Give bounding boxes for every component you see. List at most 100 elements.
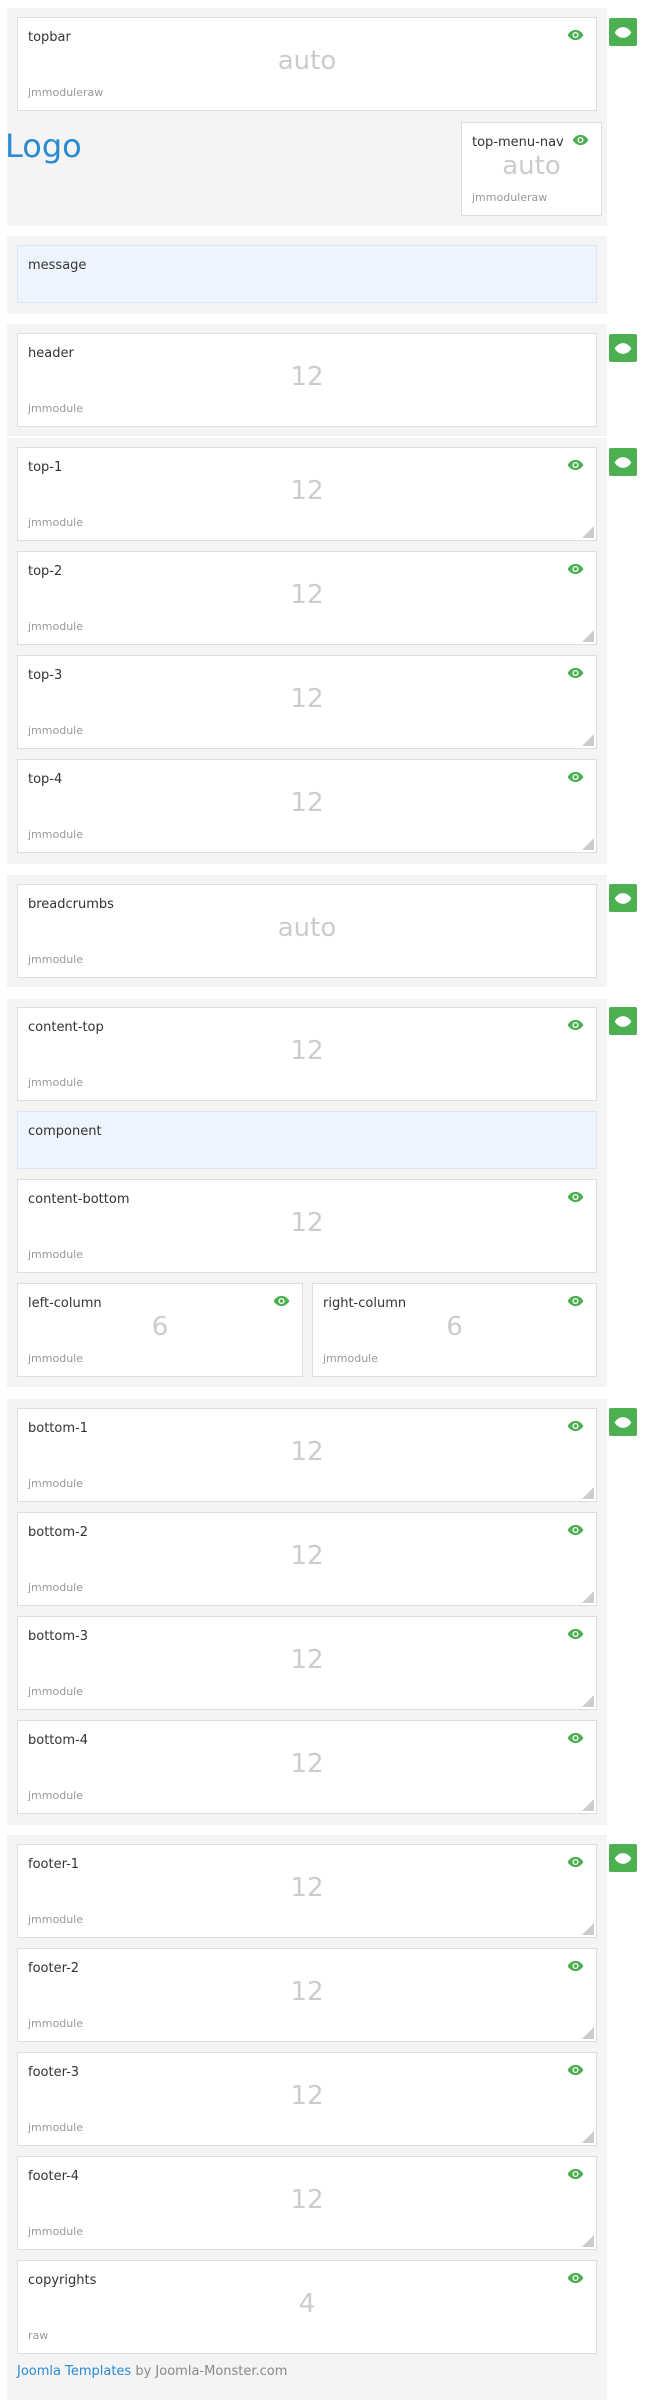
position-type: jmmodule: [28, 2017, 83, 2030]
position-copyrights[interactable]: copyrights 4 raw: [17, 2260, 597, 2354]
position-size: 12: [290, 1873, 324, 1903]
resize-handle-icon[interactable]: [582, 630, 594, 642]
position-title: component: [28, 1124, 102, 1139]
position-type: jmmodule: [28, 953, 83, 966]
resize-handle-icon[interactable]: [582, 2027, 594, 2039]
position-top-1[interactable]: top-1 12 jmmodule: [17, 447, 597, 541]
section-visibility-toggle[interactable]: [609, 334, 637, 362]
eye-icon[interactable]: [567, 667, 584, 679]
position-type: jmmodule: [28, 2121, 83, 2134]
section-visibility-toggle[interactable]: [609, 1408, 637, 1436]
position-breadcrumbs[interactable]: breadcrumbs auto jmmodule: [17, 884, 597, 978]
eye-icon[interactable]: [572, 134, 589, 146]
eye-icon[interactable]: [567, 1960, 584, 1972]
position-bottom-4[interactable]: bottom-4 12 jmmodule: [17, 1720, 597, 1814]
position-type: jmmodule: [28, 2225, 83, 2238]
position-title: right-column: [323, 1296, 407, 1311]
position-top-4[interactable]: top-4 12 jmmodule: [17, 759, 597, 853]
position-title: footer-4: [28, 2169, 80, 2184]
position-title: footer-1: [28, 1857, 80, 1872]
eye-icon: [614, 26, 632, 39]
position-top-3[interactable]: top-3 12 jmmodule: [17, 655, 597, 749]
section-visibility-toggle[interactable]: [609, 1007, 637, 1035]
footer-link[interactable]: Joomla Templates: [17, 2364, 131, 2379]
position-title: top-1: [28, 460, 63, 475]
eye-icon: [614, 1416, 632, 1429]
position-type: jmmodule: [28, 828, 83, 841]
position-size: 12: [290, 1036, 324, 1066]
eye-icon[interactable]: [567, 1191, 584, 1203]
eye-icon[interactable]: [567, 1628, 584, 1640]
resize-handle-icon[interactable]: [582, 838, 594, 850]
position-component[interactable]: component: [17, 1111, 597, 1169]
resize-handle-icon[interactable]: [582, 1591, 594, 1603]
resize-handle-icon[interactable]: [582, 1487, 594, 1499]
position-title: footer-3: [28, 2065, 80, 2080]
position-footer-2[interactable]: footer-2 12 jmmodule: [17, 1948, 597, 2042]
position-size: 12: [290, 788, 324, 818]
position-bottom-1[interactable]: bottom-1 12 jmmodule: [17, 1408, 597, 1502]
eye-icon[interactable]: [567, 1856, 584, 1868]
position-title: bottom-4: [28, 1733, 88, 1748]
eye-icon[interactable]: [567, 563, 584, 575]
position-footer-3[interactable]: footer-3 12 jmmodule: [17, 2052, 597, 2146]
position-bottom-3[interactable]: bottom-3 12 jmmodule: [17, 1616, 597, 1710]
resize-handle-icon[interactable]: [582, 2131, 594, 2143]
resize-handle-icon[interactable]: [582, 1799, 594, 1811]
section-visibility-toggle[interactable]: [609, 448, 637, 476]
resize-handle-icon[interactable]: [582, 734, 594, 746]
eye-icon[interactable]: [567, 29, 584, 41]
position-message[interactable]: message: [17, 245, 597, 303]
position-title: breadcrumbs: [28, 897, 114, 912]
position-size: 12: [290, 1645, 324, 1675]
eye-icon[interactable]: [567, 1524, 584, 1536]
position-size: 12: [290, 1208, 324, 1238]
position-title: top-3: [28, 668, 63, 683]
position-title: content-bottom: [28, 1192, 130, 1207]
position-type: jmmodule: [28, 1581, 83, 1594]
eye-icon[interactable]: [567, 2168, 584, 2180]
position-size: auto: [502, 151, 561, 181]
position-size: 4: [298, 2289, 316, 2319]
eye-icon[interactable]: [567, 1732, 584, 1744]
position-content-bottom[interactable]: content-bottom 12 jmmodule: [17, 1179, 597, 1273]
eye-icon[interactable]: [567, 2064, 584, 2076]
position-title: top-2: [28, 564, 63, 579]
position-type: jmmodule: [28, 1913, 83, 1926]
section-visibility-toggle[interactable]: [609, 1844, 637, 1872]
eye-icon[interactable]: [567, 2272, 584, 2284]
section-visibility-toggle[interactable]: [609, 884, 637, 912]
position-size: 12: [290, 580, 324, 610]
eye-icon[interactable]: [567, 1420, 584, 1432]
section-visibility-toggle[interactable]: [609, 18, 637, 46]
position-type: jmmodule: [28, 724, 83, 737]
position-footer-1[interactable]: footer-1 12 jmmodule: [17, 1844, 597, 1938]
position-left-column[interactable]: left-column 6 jmmodule: [17, 1283, 303, 1377]
position-footer-4[interactable]: footer-4 12 jmmodule: [17, 2156, 597, 2250]
eye-icon: [614, 1015, 632, 1028]
position-bottom-2[interactable]: bottom-2 12 jmmodule: [17, 1512, 597, 1606]
position-top-menu-nav[interactable]: top-menu-nav auto jmmoduleraw: [461, 122, 602, 216]
position-topbar[interactable]: topbar auto jmmoduleraw: [17, 17, 597, 111]
position-size: 12: [290, 2185, 324, 2215]
position-header[interactable]: header 12 jmmodule: [17, 333, 597, 427]
position-content-top[interactable]: content-top 12 jmmodule: [17, 1007, 597, 1101]
position-title: message: [28, 258, 87, 273]
resize-handle-icon[interactable]: [582, 526, 594, 538]
eye-icon[interactable]: [567, 1019, 584, 1031]
resize-handle-icon[interactable]: [582, 2235, 594, 2247]
eye-icon[interactable]: [273, 1295, 290, 1307]
eye-icon[interactable]: [567, 459, 584, 471]
position-type: jmmodule: [28, 516, 83, 529]
position-right-column[interactable]: right-column 6 jmmodule: [312, 1283, 597, 1377]
resize-handle-icon[interactable]: [582, 1695, 594, 1707]
position-size: 6: [151, 1312, 169, 1342]
resize-handle-icon[interactable]: [582, 1923, 594, 1935]
eye-icon[interactable]: [567, 1295, 584, 1307]
eye-icon[interactable]: [567, 771, 584, 783]
position-size: 12: [290, 1541, 324, 1571]
position-type: jmmodule: [28, 402, 83, 415]
position-type: jmmodule: [28, 620, 83, 633]
position-top-2[interactable]: top-2 12 jmmodule: [17, 551, 597, 645]
position-title: footer-2: [28, 1961, 80, 1976]
